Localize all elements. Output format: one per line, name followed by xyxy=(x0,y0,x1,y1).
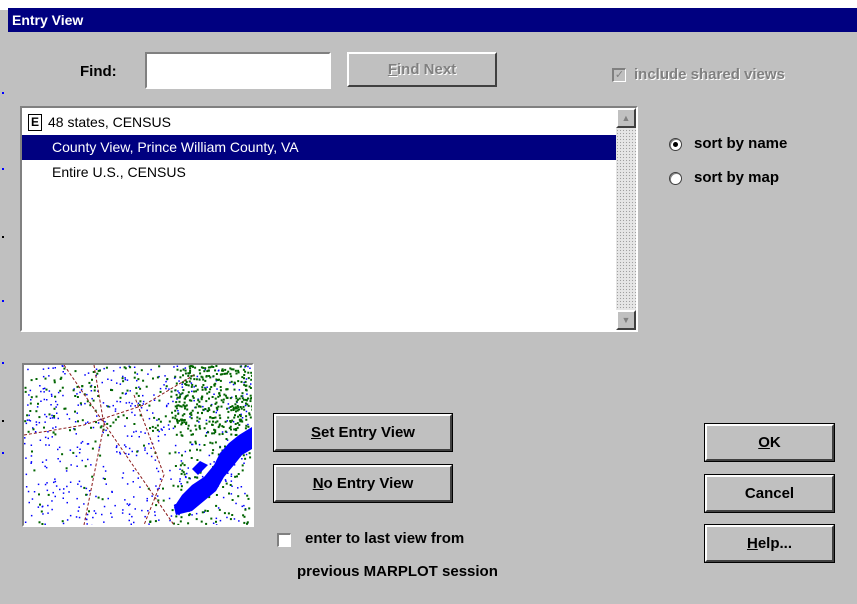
list-item[interactable]: Entire U.S., CENSUS xyxy=(22,160,616,185)
background-speck xyxy=(2,92,4,94)
background-speck xyxy=(2,168,4,170)
list-scrollbar[interactable]: ▲ ▼ xyxy=(616,108,636,330)
dialog-title-bar[interactable]: Entry View xyxy=(8,8,857,32)
background-speck xyxy=(2,420,4,422)
set-entry-view-button[interactable]: Set Entry View xyxy=(273,413,453,452)
entry-view-dialog: Entry View Find: Find Next ✓ include sha… xyxy=(8,8,857,604)
sort-by-name-radio[interactable] xyxy=(669,138,682,151)
list-item-selected[interactable]: County View, Prince William County, VA xyxy=(22,135,616,160)
sort-by-map-label[interactable]: sort by map xyxy=(694,169,779,186)
help-button[interactable]: Help... xyxy=(704,524,835,563)
enter-last-view-label-line2: previous MARPLOT session xyxy=(297,563,498,580)
no-entry-view-button[interactable]: No Entry View xyxy=(273,464,453,503)
scroll-up-button[interactable]: ▲ xyxy=(616,108,636,128)
entry-views-list[interactable]: E 48 states, CENSUS County View, Prince … xyxy=(20,106,638,332)
triangle-down-icon: ▼ xyxy=(621,315,631,325)
enter-last-view-checkbox[interactable] xyxy=(277,533,291,547)
include-shared-views-label: include shared views xyxy=(634,66,785,83)
cancel-button[interactable]: Cancel xyxy=(704,474,835,513)
background-speck xyxy=(2,452,4,454)
background-speck xyxy=(2,236,4,238)
background-speck xyxy=(2,362,4,364)
find-input[interactable] xyxy=(145,52,331,89)
triangle-up-icon: ▲ xyxy=(621,113,631,123)
background-speck xyxy=(2,300,4,302)
map-preview-thumbnail xyxy=(22,363,254,527)
include-shared-views-checkbox: ✓ xyxy=(612,68,626,82)
scroll-down-button[interactable]: ▼ xyxy=(616,310,636,330)
list-item[interactable]: E 48 states, CENSUS xyxy=(22,110,616,135)
ok-button[interactable]: OK xyxy=(704,423,835,462)
find-next-button: Find Next xyxy=(347,52,497,87)
map-preview-image xyxy=(24,365,252,525)
enter-last-view-label: enter to last view from xyxy=(305,530,465,547)
find-label: Find: xyxy=(80,63,117,80)
sort-by-map-radio[interactable] xyxy=(669,172,682,185)
checkmark-icon: ✓ xyxy=(614,69,625,81)
sort-by-name-label[interactable]: sort by name xyxy=(694,135,787,152)
entry-view-marker-icon: E xyxy=(28,114,42,131)
